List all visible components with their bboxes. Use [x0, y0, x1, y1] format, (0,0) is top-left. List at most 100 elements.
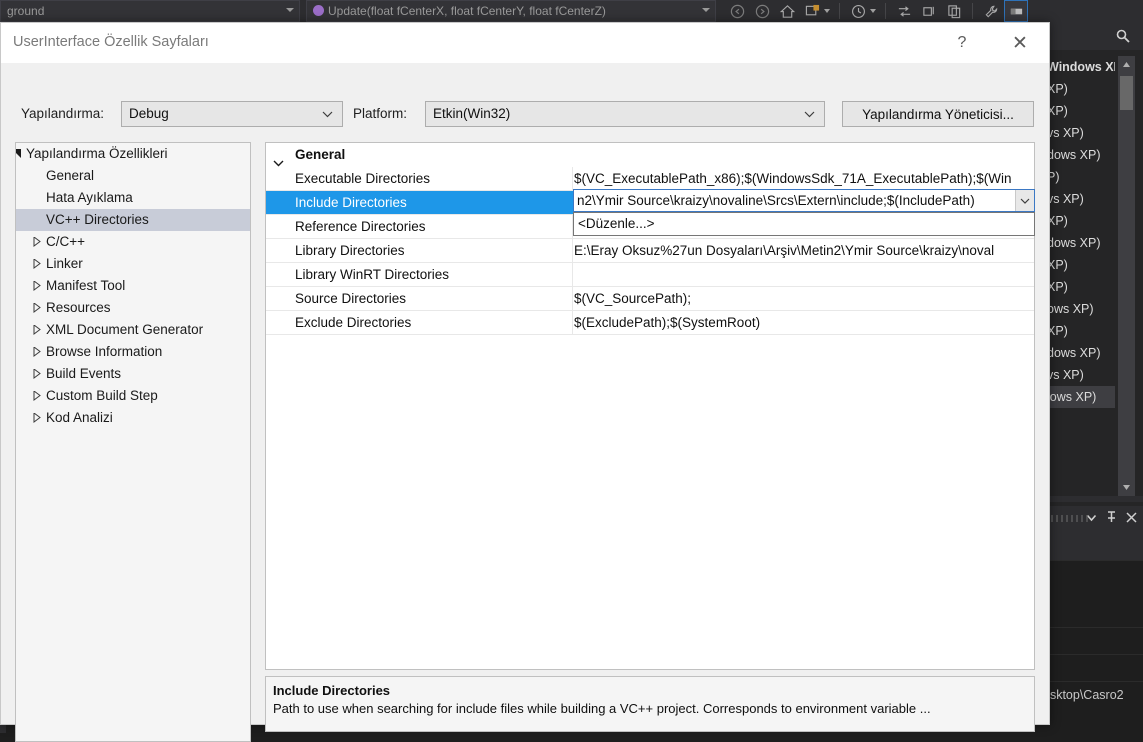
list-item[interactable]: P) — [1043, 166, 1115, 188]
wrench-icon[interactable] — [980, 1, 1002, 21]
tree-item-label: Custom Build Step — [46, 385, 158, 407]
property-group-header[interactable]: General — [266, 143, 1034, 167]
history-clock-icon[interactable] — [847, 1, 869, 21]
list-item[interactable]: XP) — [1043, 254, 1115, 276]
tree-item-kod-analizi[interactable]: Kod Analizi — [16, 407, 250, 429]
list-item[interactable] — [1043, 532, 1143, 561]
nav-scope-combo[interactable]: ground — [0, 0, 300, 22]
list-item[interactable]: lows XP) — [1043, 386, 1115, 408]
scroll-up-icon[interactable] — [1118, 56, 1135, 73]
tree-item-browse-information[interactable]: Browse Information — [16, 341, 250, 363]
tree-item-general[interactable]: General — [16, 165, 250, 187]
tree-item-yap-land-rma-zellikleri[interactable]: Yapılandırma Özellikleri — [16, 143, 250, 165]
list-item[interactable]: dows XP) — [1043, 144, 1115, 166]
list-item[interactable]: vs XP) — [1043, 188, 1115, 210]
dialog-titlebar: UserInterface Özellik Sayfaları ? ✕ — [1, 23, 1049, 63]
home-icon[interactable] — [776, 1, 798, 21]
property-group-label: General — [295, 143, 345, 167]
tree-item-linker[interactable]: Linker — [16, 253, 250, 275]
property-row[interactable]: Library DirectoriesE:\Eray Oksuz%27un Do… — [266, 239, 1034, 263]
list-item[interactable] — [1043, 597, 1143, 628]
property-name: Library WinRT Directories — [295, 263, 449, 286]
list-item[interactable] — [1043, 628, 1143, 655]
platform-label: Platform: — [353, 106, 407, 121]
list-item[interactable]: XP) — [1043, 276, 1115, 298]
forward-arrow-icon[interactable] — [751, 1, 773, 21]
tool-window-header — [1043, 506, 1143, 532]
close-button[interactable]: ✕ — [997, 23, 1043, 63]
sync-icon[interactable] — [893, 1, 915, 21]
properties-window-icon[interactable] — [1005, 1, 1027, 21]
list-item[interactable]: dows XP) — [1043, 232, 1115, 254]
pin-icon[interactable] — [1106, 510, 1117, 528]
nav-scope-value: ground — [7, 4, 44, 18]
chevron-down-icon[interactable] — [273, 151, 283, 157]
method-icon — [313, 5, 324, 16]
new-window-icon[interactable] — [801, 1, 823, 21]
configuration-tree[interactable]: Yapılandırma ÖzellikleriGeneralHata Ayık… — [15, 142, 251, 742]
column-separator — [572, 167, 573, 190]
property-value: $(VC_ExecutablePath_x86);$(WindowsSdk_71… — [574, 167, 1034, 190]
platform-list[interactable]: Windows XP) XP)XP)vs XP)dows XP)P)vs XP)… — [1043, 56, 1115, 496]
browser-toolbar — [726, 0, 1027, 22]
tree-item-manifest-tool[interactable]: Manifest Tool — [16, 275, 250, 297]
description-pane: Include Directories Path to use when sea… — [265, 676, 1035, 732]
property-row[interactable]: Exclude Directories$(ExcludePath);$(Syst… — [266, 311, 1034, 335]
scroll-down-icon[interactable] — [1118, 479, 1135, 496]
back-arrow-icon[interactable] — [726, 1, 748, 21]
list-item[interactable]: vs XP) — [1043, 364, 1115, 386]
platform-list-scrollbar[interactable] — [1118, 56, 1135, 496]
nav-member-combo[interactable]: Update(float fCenterX, float fCenterY, f… — [306, 0, 716, 22]
tree-item-vc-directories[interactable]: VC++ Directories — [16, 209, 250, 231]
tree-item-resources[interactable]: Resources — [16, 297, 250, 319]
chevron-down-icon[interactable] — [824, 9, 830, 13]
tree-item-label: Manifest Tool — [46, 275, 125, 297]
list-item[interactable] — [1043, 655, 1143, 682]
chevron-down-icon[interactable] — [870, 9, 876, 13]
property-value: $(ExcludePath);$(SystemRoot) — [574, 311, 1034, 334]
toolbar-separator — [839, 3, 840, 19]
close-icon[interactable] — [1126, 510, 1137, 528]
tool-window-search-row — [1043, 22, 1143, 50]
editor-dropdown-popup[interactable]: <Düzenle...> — [573, 212, 1035, 236]
tree-item-label: Kod Analizi — [46, 407, 113, 429]
column-separator — [572, 239, 573, 262]
path-text: esktop\Casro2 — [1043, 684, 1143, 706]
configuration-combo[interactable]: Debug — [121, 101, 343, 127]
window-icon[interactable] — [918, 1, 940, 21]
configuration-manager-button[interactable]: Yapılandırma Yöneticisi... — [842, 101, 1034, 127]
tree-item-build-events[interactable]: Build Events — [16, 363, 250, 385]
copy-icon[interactable] — [943, 1, 965, 21]
list-item[interactable]: Windows XP) — [1043, 56, 1115, 78]
list-item[interactable]: XP) — [1043, 210, 1115, 232]
tree-item-c-c[interactable]: C/C++ — [16, 231, 250, 253]
description-title: Include Directories — [273, 683, 1027, 698]
list-item[interactable]: XP) — [1043, 320, 1115, 342]
tree-item-xml-document-generator[interactable]: XML Document Generator — [16, 319, 250, 341]
tree-item-custom-build-step[interactable]: Custom Build Step — [16, 385, 250, 407]
tree-item-hata-ay-klama[interactable]: Hata Ayıklama — [16, 187, 250, 209]
include-directories-editor[interactable]: n2\Ymir Source\kraizy\novaline\Srcs\Exte… — [573, 189, 1035, 212]
chevron-down-icon — [702, 8, 710, 12]
list-item[interactable]: ows XP) — [1043, 298, 1115, 320]
property-row[interactable]: Source Directories$(VC_SourcePath); — [266, 287, 1034, 311]
tab-overflow-dots-icon — [1051, 515, 1089, 522]
list-item[interactable]: XP) — [1043, 100, 1115, 122]
tree-item-label: Browse Information — [46, 341, 162, 363]
property-row[interactable]: Executable Directories$(VC_ExecutablePat… — [266, 167, 1034, 191]
list-item[interactable] — [1043, 561, 1143, 597]
property-name: Include Directories — [295, 191, 407, 214]
platform-combo[interactable]: Etkin(Win32) — [425, 101, 825, 127]
property-row[interactable]: Library WinRT Directories — [266, 263, 1034, 287]
configuration-value: Debug — [129, 106, 169, 121]
list-item[interactable]: XP) — [1043, 78, 1115, 100]
scrollbar-thumb[interactable] — [1120, 76, 1133, 110]
search-icon[interactable] — [1115, 28, 1131, 49]
chevron-down-icon[interactable] — [1015, 190, 1034, 211]
tree-item-label: XML Document Generator — [46, 319, 203, 341]
help-button[interactable]: ? — [939, 23, 985, 63]
list-item[interactable]: vs XP) — [1043, 122, 1115, 144]
nav-member-value: Update(float fCenterX, float fCenterY, f… — [328, 4, 606, 18]
list-item[interactable]: dows XP) — [1043, 342, 1115, 364]
dropdown-item-edit[interactable]: <Düzenle...> — [578, 213, 655, 235]
